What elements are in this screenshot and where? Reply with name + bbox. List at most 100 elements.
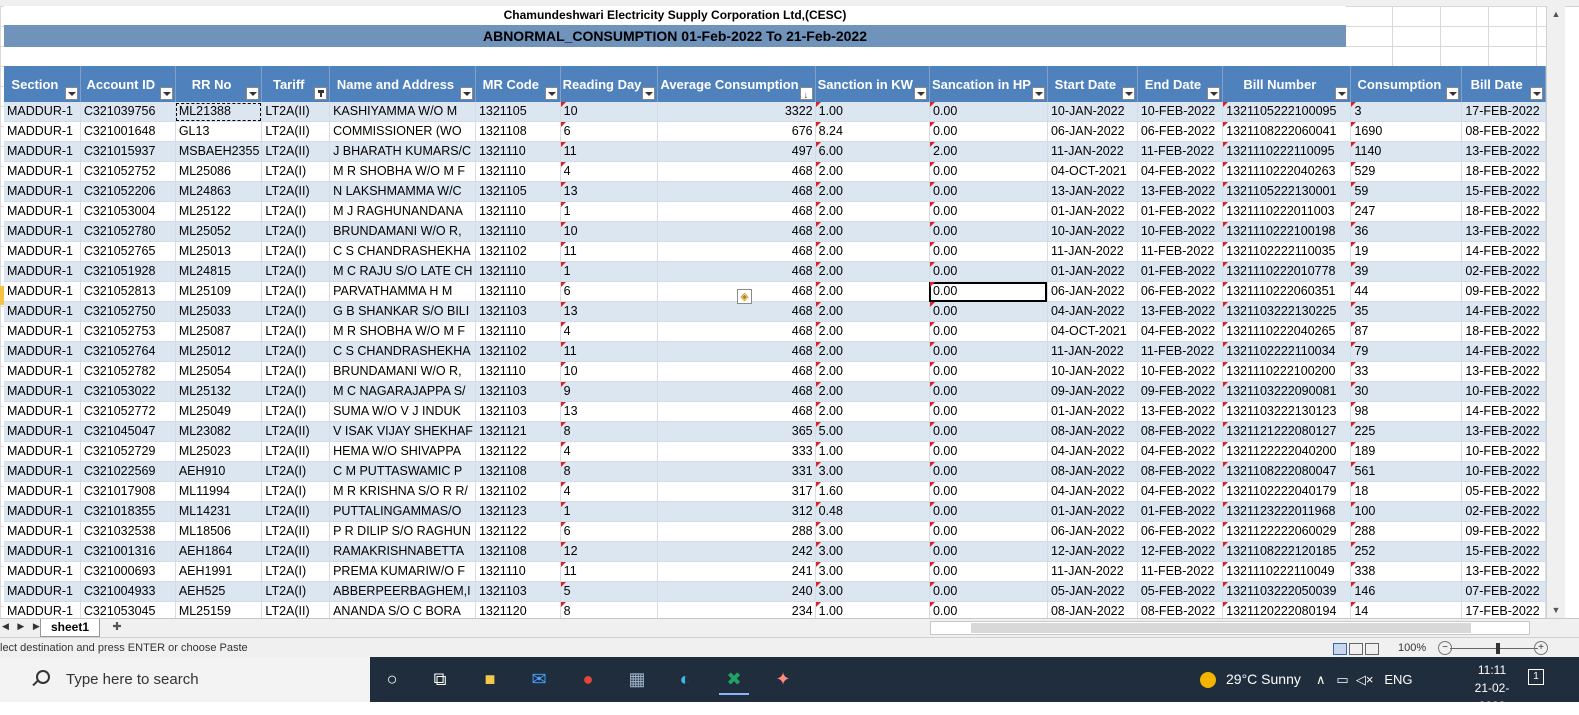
- cell-sanction-kw[interactable]: 2.00: [815, 321, 930, 342]
- cell-bill-date[interactable]: 02-FEB-2022: [1461, 501, 1546, 522]
- cell-end-date[interactable]: 08-FEB-2022: [1137, 461, 1224, 482]
- cell-end-date[interactable]: 09-FEB-2022: [1137, 381, 1224, 402]
- filter-dropdown-icon[interactable]: [642, 87, 656, 100]
- cell-name-address[interactable]: N LAKSHMAMMA W/C: [329, 181, 476, 202]
- cell-section[interactable]: MADDUR-1: [4, 561, 81, 582]
- cell-average-consumption[interactable]: 468: [657, 241, 816, 262]
- cell-rr-no[interactable]: ML23082: [175, 421, 263, 442]
- cell-name-address[interactable]: ABBERPEERBAGHEM,I: [329, 581, 476, 602]
- cell-sanction-hp[interactable]: 0.00: [929, 321, 1048, 342]
- cell-sanction-kw[interactable]: 0.48: [815, 501, 930, 522]
- cell-bill-number[interactable]: 1321122222060029: [1222, 521, 1352, 542]
- cell-mr-code[interactable]: 1321102: [475, 481, 561, 502]
- cell-bill-date[interactable]: 13-FEB-2022: [1461, 421, 1546, 442]
- cell-section[interactable]: MADDUR-1: [4, 441, 81, 462]
- cell-section[interactable]: MADDUR-1: [4, 261, 81, 282]
- cell-consumption[interactable]: 3: [1350, 102, 1463, 122]
- cell-start-date[interactable]: 11-JAN-2022: [1047, 141, 1138, 162]
- cell-start-date[interactable]: 11-JAN-2022: [1047, 341, 1138, 362]
- cell-bill-number[interactable]: 1321103222050039: [1222, 581, 1352, 602]
- insert-sheet-icon[interactable]: ✚: [108, 620, 126, 635]
- cell-sanction-hp[interactable]: 0.00: [929, 521, 1048, 542]
- cell-start-date[interactable]: 10-JAN-2022: [1047, 102, 1138, 122]
- cell-average-consumption[interactable]: 676: [657, 121, 816, 142]
- cell-mr-code[interactable]: 1321110: [475, 221, 561, 242]
- cell-average-consumption[interactable]: 468: [657, 301, 816, 322]
- cell-average-consumption[interactable]: 240: [657, 581, 816, 602]
- cell-name-address[interactable]: C S CHANDRASHEKHA: [329, 341, 476, 362]
- cell-rr-no[interactable]: AEH910: [175, 461, 263, 482]
- cell-average-consumption[interactable]: 317: [657, 481, 816, 502]
- cell-tariff[interactable]: LT2A(II): [261, 541, 331, 562]
- cell-average-consumption[interactable]: 468: [657, 341, 816, 362]
- cell-section[interactable]: MADDUR-1: [4, 541, 81, 562]
- cell-sanction-kw[interactable]: 2.00: [815, 401, 930, 422]
- column-header-name-address[interactable]: Name and Address: [329, 66, 476, 102]
- cell-start-date[interactable]: 13-JAN-2022: [1047, 181, 1138, 202]
- cell-name-address[interactable]: P R DILIP S/O RAGHUN: [329, 521, 476, 542]
- file-explorer-icon[interactable]: ■: [475, 665, 505, 693]
- mail-icon[interactable]: ✉: [524, 665, 554, 693]
- cell-sanction-hp[interactable]: 0.00: [929, 441, 1048, 462]
- cell-mr-code[interactable]: 1321120: [475, 601, 561, 618]
- cell-average-consumption[interactable]: 497: [657, 141, 816, 162]
- tab-sheet1[interactable]: sheet1: [40, 619, 101, 637]
- zoom-in-icon[interactable]: +: [1534, 641, 1548, 655]
- cell-tariff[interactable]: LT2A(I): [261, 401, 331, 422]
- cell-tariff[interactable]: LT2A(I): [261, 261, 331, 282]
- cell-sanction-hp[interactable]: 0.00: [929, 361, 1048, 382]
- cell-start-date[interactable]: 10-JAN-2022: [1047, 221, 1138, 242]
- weather-widget[interactable]: 29°C Sunny: [1200, 657, 1301, 702]
- cell-sanction-hp[interactable]: 0.00: [929, 181, 1048, 202]
- cell-bill-date[interactable]: 15-FEB-2022: [1461, 541, 1546, 562]
- cell-section[interactable]: MADDUR-1: [4, 361, 81, 382]
- cell-section[interactable]: MADDUR-1: [4, 161, 81, 182]
- cell-bill-number[interactable]: 1321108222060041: [1222, 121, 1352, 142]
- cell-sanction-hp[interactable]: 2.00: [929, 141, 1048, 162]
- cell-mr-code[interactable]: 1321102: [475, 241, 561, 262]
- cell-start-date[interactable]: 11-JAN-2022: [1047, 561, 1138, 582]
- cell-start-date[interactable]: 04-JAN-2022: [1047, 441, 1138, 462]
- cell-account-id[interactable]: C321052753: [80, 321, 176, 342]
- cell-consumption[interactable]: 146: [1350, 581, 1463, 602]
- cell-account-id[interactable]: C321004933: [80, 581, 176, 602]
- cell-sanction-kw[interactable]: 2.00: [815, 181, 930, 202]
- cell-mr-code[interactable]: 1321110: [475, 561, 561, 582]
- cell-mr-code[interactable]: 1321103: [475, 301, 561, 322]
- cell-consumption[interactable]: 19: [1350, 241, 1463, 262]
- cell-end-date[interactable]: 08-FEB-2022: [1137, 421, 1224, 442]
- cell-bill-date[interactable]: 10-FEB-2022: [1461, 461, 1546, 482]
- cell-bill-date[interactable]: 09-FEB-2022: [1461, 281, 1546, 302]
- cell-start-date[interactable]: 01-JAN-2022: [1047, 201, 1138, 222]
- cell-average-consumption[interactable]: 468: [657, 161, 816, 182]
- cell-mr-code[interactable]: 1321110: [475, 141, 561, 162]
- cell-start-date[interactable]: 04-JAN-2022: [1047, 481, 1138, 502]
- calculator-icon[interactable]: ▦: [622, 665, 652, 693]
- cell-start-date[interactable]: 08-JAN-2022: [1047, 461, 1138, 482]
- cell-end-date[interactable]: 06-FEB-2022: [1137, 281, 1224, 302]
- cell-mr-code[interactable]: 1321103: [475, 401, 561, 422]
- cell-account-id[interactable]: C321052782: [80, 361, 176, 382]
- cell-tariff[interactable]: LT2A(I): [261, 241, 331, 262]
- cell-section[interactable]: MADDUR-1: [4, 421, 81, 442]
- cell-reading-day[interactable]: 4: [560, 481, 659, 502]
- cell-bill-number[interactable]: 1321110222010778: [1222, 261, 1352, 282]
- cell-section[interactable]: MADDUR-1: [4, 241, 81, 262]
- cell-tariff[interactable]: LT2A(I): [261, 161, 331, 182]
- cell-mr-code[interactable]: 1321110: [475, 161, 561, 182]
- cell-average-consumption[interactable]: 241: [657, 561, 816, 582]
- cell-rr-no[interactable]: ML24863: [175, 181, 263, 202]
- cell-account-id[interactable]: C321039756: [80, 102, 176, 122]
- cell-rr-no[interactable]: ML25054: [175, 361, 263, 382]
- cell-consumption[interactable]: 30: [1350, 381, 1463, 402]
- column-header-bill-number[interactable]: Bill Number: [1222, 66, 1352, 102]
- filter-dropdown-icon[interactable]: [1335, 87, 1349, 100]
- cell-sanction-kw[interactable]: 1.00: [815, 601, 930, 618]
- cell-name-address[interactable]: M R SHOBHA W/O M F: [329, 161, 476, 182]
- cell-sanction-kw[interactable]: 3.00: [815, 561, 930, 582]
- cell-average-consumption[interactable]: 234: [657, 601, 816, 618]
- cell-bill-date[interactable]: 08-FEB-2022: [1461, 121, 1546, 142]
- column-header-account-id[interactable]: Account ID: [80, 66, 176, 102]
- cell-tariff[interactable]: LT2A(II): [261, 102, 331, 122]
- cell-rr-no[interactable]: ML25086: [175, 161, 263, 182]
